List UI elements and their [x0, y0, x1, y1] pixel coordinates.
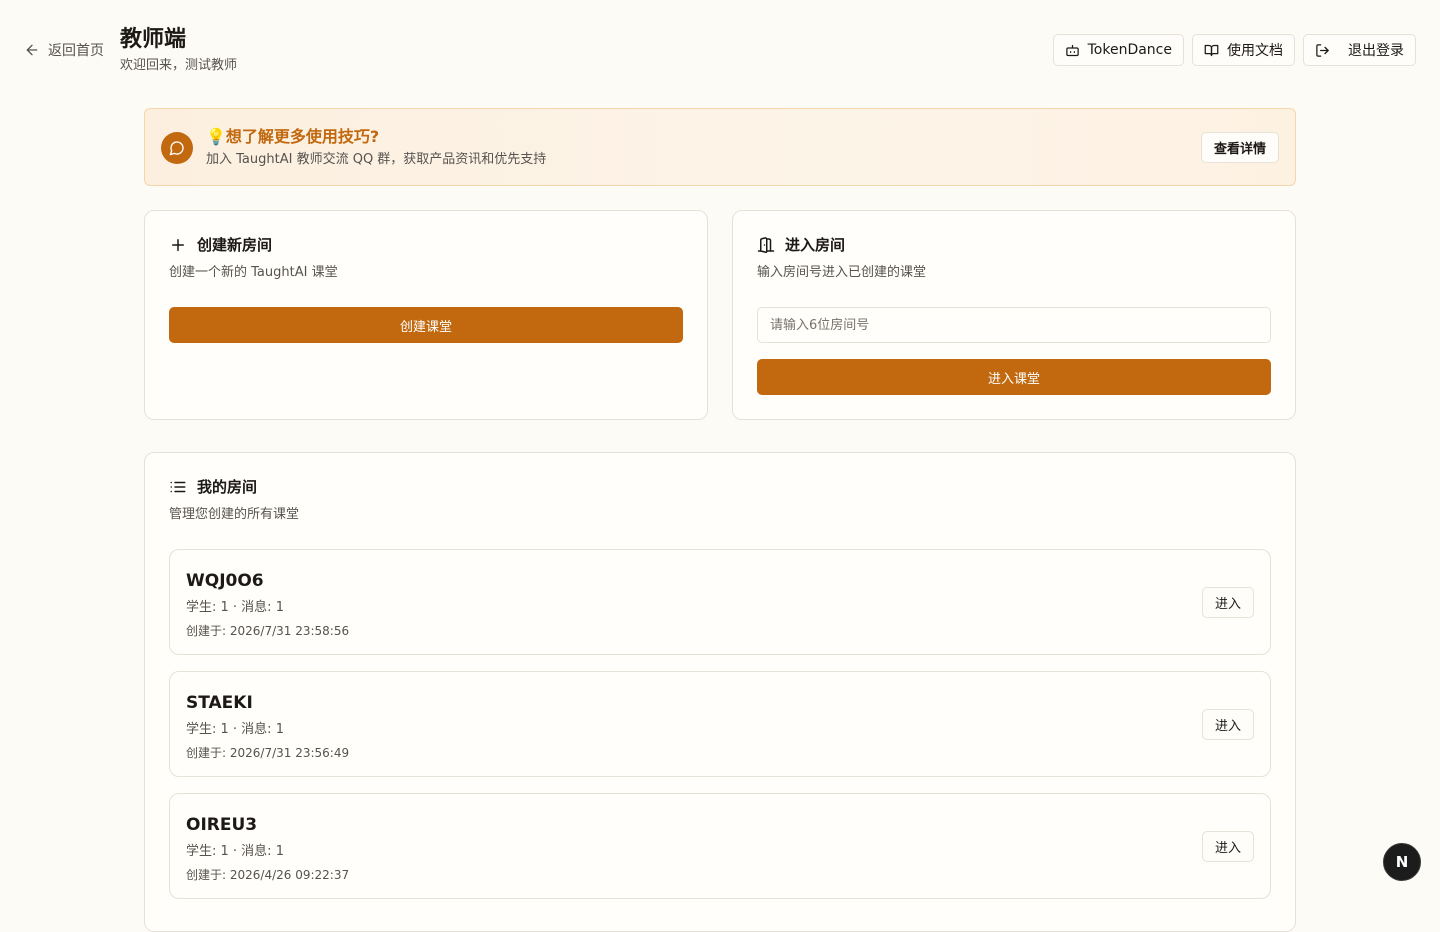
- room-code-input[interactable]: [757, 307, 1271, 343]
- join-room-header: 进入房间: [757, 235, 845, 255]
- tokendance-button[interactable]: TokenDance: [1052, 34, 1184, 66]
- room-list-item: WQJ0O6 学生: 1 · 消息: 1 创建于: 2026/7/31 23:5…: [169, 549, 1271, 655]
- docs-button[interactable]: 使用文档: [1192, 34, 1295, 66]
- my-rooms-title: 我的房间: [197, 478, 258, 496]
- list-icon: [170, 481, 186, 493]
- banner-title: 💡想了解更多使用技巧?: [206, 127, 380, 146]
- logout-label: 退出登录: [1348, 43, 1404, 59]
- room-stats: 学生: 1 · 消息: 1: [186, 844, 284, 859]
- room-stats: 学生: 1 · 消息: 1: [186, 600, 284, 615]
- door-icon: [757, 237, 775, 254]
- create-room-card: 创建新房间 创建一个新的 TaughtAI 课堂 创建课堂: [144, 210, 708, 420]
- logout-icon: [1316, 43, 1329, 57]
- page-header: 返回首页 教师端 欢迎回来，测试教师 TokenDance 使用文档 退出登录: [0, 0, 1440, 90]
- enter-room-button[interactable]: 进入: [1201, 587, 1254, 618]
- room-created-at: 创建于: 2026/7/31 23:58:56: [186, 624, 350, 638]
- my-rooms-header: 我的房间: [169, 477, 257, 497]
- room-list-item: STAEKI 学生: 1 · 消息: 1 创建于: 2026/7/31 23:5…: [169, 671, 1271, 777]
- page-title: 教师端: [120, 27, 187, 52]
- page-subtitle: 欢迎回来，测试教师: [120, 58, 238, 73]
- tokendance-label: TokenDance: [1087, 42, 1172, 58]
- bot-icon: [1065, 44, 1079, 56]
- my-rooms-description: 管理您创建的所有课堂: [169, 507, 300, 522]
- create-class-button[interactable]: 创建课堂: [169, 307, 683, 343]
- create-room-title: 创建新房间: [197, 236, 273, 254]
- join-room-description: 输入房间号进入已创建的课堂: [757, 265, 927, 280]
- back-home-label: 返回首页: [48, 43, 104, 59]
- header-actions: TokenDance 使用文档 退出登录: [1052, 34, 1416, 66]
- room-code: STAEKI: [186, 693, 253, 713]
- create-room-description: 创建一个新的 TaughtAI 课堂: [169, 265, 338, 280]
- view-details-button[interactable]: 查看详情: [1200, 132, 1279, 163]
- my-rooms-card: 我的房间 管理您创建的所有课堂 WQJ0O6 学生: 1 · 消息: 1 创建于…: [144, 452, 1296, 932]
- back-home-link[interactable]: 返回首页: [24, 40, 104, 60]
- room-code: WQJ0O6: [186, 571, 264, 591]
- book-open-icon: [1204, 44, 1219, 56]
- enter-room-button[interactable]: 进入: [1201, 831, 1254, 862]
- title-block: 教师端 欢迎回来，测试教师: [120, 26, 237, 75]
- create-room-header: 创建新房间: [169, 235, 272, 255]
- nextjs-dev-badge[interactable]: N: [1383, 843, 1421, 881]
- tips-banner: 💡想了解更多使用技巧? 加入 TaughtAI 教师交流 QQ 群，获取产品资讯…: [144, 108, 1296, 186]
- join-room-card: 进入房间 输入房间号进入已创建的课堂 进入课堂: [732, 210, 1296, 420]
- room-stats: 学生: 1 · 消息: 1: [186, 722, 284, 737]
- room-code: OIREU3: [186, 815, 258, 835]
- room-list-item: OIREU3 学生: 1 · 消息: 1 创建于: 2026/4/26 09:2…: [169, 793, 1271, 899]
- chat-bubble-icon: [161, 132, 193, 164]
- banner-description: 加入 TaughtAI 教师交流 QQ 群，获取产品资讯和优先支持: [206, 152, 547, 167]
- plus-icon: [172, 239, 184, 251]
- room-created-at: 创建于: 2026/4/26 09:22:37: [186, 868, 350, 882]
- enter-class-button[interactable]: 进入课堂: [757, 359, 1271, 395]
- enter-room-button[interactable]: 进入: [1201, 709, 1254, 740]
- docs-label: 使用文档: [1227, 43, 1283, 59]
- logout-button[interactable]: 退出登录: [1303, 34, 1416, 66]
- join-room-title: 进入房间: [785, 236, 846, 254]
- room-created-at: 创建于: 2026/7/31 23:56:49: [186, 746, 350, 760]
- arrow-left-icon: [26, 44, 38, 56]
